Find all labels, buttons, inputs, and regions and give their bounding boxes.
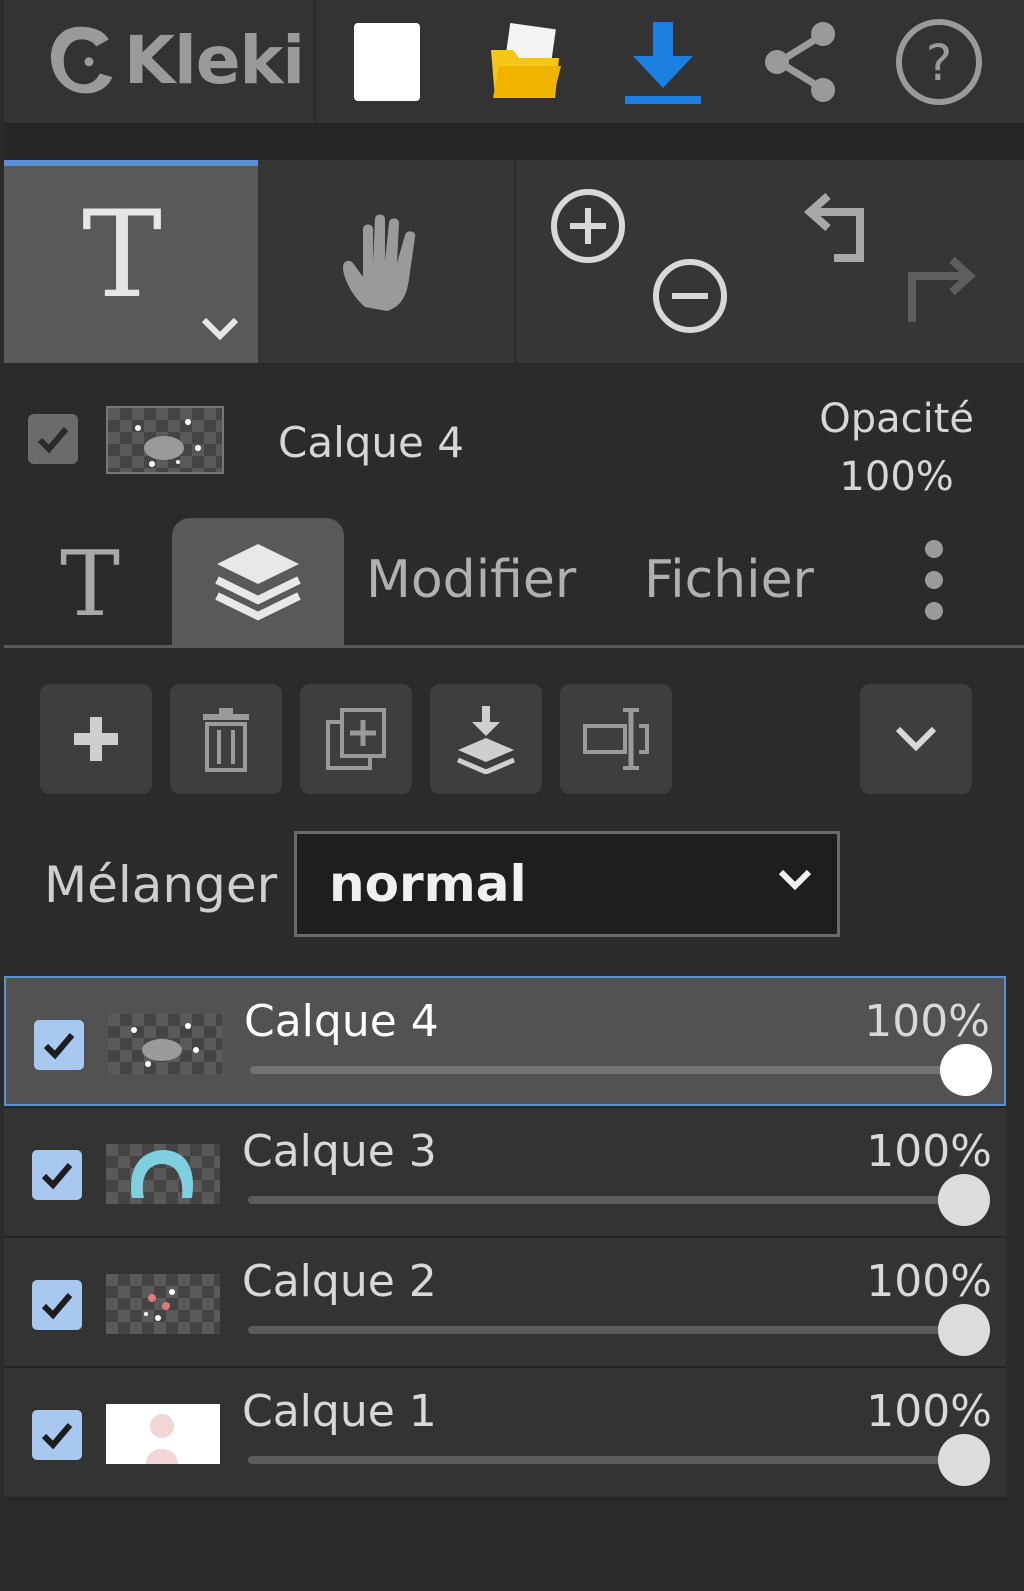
tab-modifier[interactable]: Modifier xyxy=(366,550,576,610)
duplicate-icon xyxy=(326,708,386,770)
merge-down-button[interactable] xyxy=(430,684,542,794)
layer-opacity: 100% xyxy=(866,1126,992,1177)
rename-icon xyxy=(583,708,649,770)
zoom-in-icon xyxy=(551,189,625,263)
svg-text:?: ? xyxy=(926,34,953,92)
trash-icon xyxy=(203,708,249,772)
layer-options-button[interactable] xyxy=(860,684,972,794)
more-dot-icon xyxy=(925,602,943,620)
kleki-logo[interactable]: Kleki xyxy=(44,10,305,110)
layer-visibility-checkbox[interactable] xyxy=(34,1020,84,1070)
layer-row[interactable]: Calque 3 100% xyxy=(4,1106,1006,1236)
layer-list-divider xyxy=(4,1498,1008,1500)
chevron-down-icon xyxy=(201,317,239,340)
layer-visibility-checkbox[interactable] xyxy=(32,1280,82,1330)
current-layer-thumbnail xyxy=(106,406,224,474)
layer-name: Calque 1 xyxy=(242,1386,437,1437)
share-button[interactable] xyxy=(746,10,856,114)
text-tool-glyph: T xyxy=(82,186,163,325)
rename-layer-button[interactable] xyxy=(560,684,672,794)
layer-name: Calque 2 xyxy=(242,1256,437,1307)
tool-divider xyxy=(514,160,516,363)
duplicate-layer-button[interactable] xyxy=(300,684,412,794)
add-layer-button[interactable] xyxy=(40,684,152,794)
share-icon xyxy=(765,22,835,102)
more-dot-icon xyxy=(925,571,943,589)
zoom-out-button[interactable] xyxy=(650,256,730,340)
checkmark-icon xyxy=(41,1163,73,1190)
undo-button[interactable] xyxy=(803,192,876,270)
layer-visibility-checkbox[interactable] xyxy=(32,1410,82,1460)
layer-thumbnail xyxy=(108,1014,222,1074)
top-toolbar: Kleki ? xyxy=(4,0,1024,125)
delete-layer-button[interactable] xyxy=(170,684,282,794)
layer-visibility-checkbox[interactable] xyxy=(32,1150,82,1200)
tab-layers[interactable] xyxy=(172,518,344,645)
redo-icon xyxy=(908,257,977,322)
toolbar-spacer xyxy=(4,125,1024,160)
more-dot-icon xyxy=(925,540,943,558)
app-name: Kleki xyxy=(123,21,305,99)
blend-mode-value: normal xyxy=(329,855,527,913)
toolbar-divider xyxy=(314,0,316,123)
current-layer-name: Calque 4 xyxy=(278,418,464,467)
download-icon xyxy=(625,22,701,104)
checkmark-icon xyxy=(41,1293,73,1320)
layer-row[interactable]: Calque 4 100% xyxy=(4,976,1006,1106)
zoom-in-button[interactable] xyxy=(548,186,628,270)
new-document-button[interactable] xyxy=(332,10,442,114)
layer-row[interactable]: Calque 1 100% xyxy=(4,1366,1006,1496)
layer-opacity-slider[interactable] xyxy=(248,1456,964,1464)
kleki-logo-icon xyxy=(51,26,113,94)
layer-opacity: 100% xyxy=(866,1256,992,1307)
slider-handle[interactable] xyxy=(940,1044,992,1096)
current-layer-opacity: Opacité 100% xyxy=(819,390,974,506)
layer-thumbnail xyxy=(106,1274,220,1334)
undo-icon xyxy=(803,193,864,262)
tab-text-tool[interactable]: T xyxy=(60,540,120,630)
merge-down-icon xyxy=(457,706,515,774)
checkmark-icon xyxy=(43,1033,75,1060)
layer-opacity-slider[interactable] xyxy=(250,1066,966,1074)
current-layer-visibility-checkbox[interactable] xyxy=(28,414,78,464)
open-folder-icon xyxy=(491,23,561,98)
more-menu-button[interactable] xyxy=(909,540,959,620)
opacity-value: 100% xyxy=(839,454,954,500)
layers-icon xyxy=(215,543,301,620)
help-button[interactable]: ? xyxy=(884,10,994,114)
layer-actions: Mélanger normal xyxy=(4,648,1024,978)
layer-thumbnail xyxy=(106,1404,220,1464)
slider-handle[interactable] xyxy=(938,1174,990,1226)
plus-icon xyxy=(74,717,118,761)
layer-name: Calque 4 xyxy=(244,996,439,1047)
layer-opacity-slider[interactable] xyxy=(248,1196,964,1204)
layer-thumbnail xyxy=(106,1144,220,1204)
zoom-out-icon xyxy=(653,259,727,333)
checkmark-icon xyxy=(41,1423,73,1450)
blend-mode-label: Mélanger xyxy=(44,856,278,914)
panel-tabs: T Modifier Fichier xyxy=(4,510,1024,648)
opacity-label: Opacité xyxy=(819,396,974,442)
redo-button[interactable] xyxy=(904,256,977,334)
tool-row: T xyxy=(4,160,1024,365)
slider-handle[interactable] xyxy=(938,1434,990,1486)
chevron-down-icon xyxy=(778,869,812,891)
text-tool-button[interactable]: T xyxy=(4,160,258,363)
layer-name: Calque 3 xyxy=(242,1126,437,1177)
tab-fichier[interactable]: Fichier xyxy=(644,550,814,610)
blend-mode-select[interactable]: normal xyxy=(294,831,840,937)
open-file-button[interactable] xyxy=(470,10,580,114)
help-icon: ? xyxy=(896,19,982,105)
layer-opacity-slider[interactable] xyxy=(248,1326,964,1334)
new-document-icon xyxy=(354,23,420,101)
checkmark-icon xyxy=(37,427,69,454)
hand-tool-button[interactable] xyxy=(258,160,512,363)
hand-icon xyxy=(343,214,416,311)
layer-opacity: 100% xyxy=(864,996,990,1047)
layer-opacity: 100% xyxy=(866,1386,992,1437)
slider-handle[interactable] xyxy=(938,1304,990,1356)
download-button[interactable] xyxy=(608,10,718,114)
layer-row[interactable]: Calque 2 100% xyxy=(4,1236,1006,1366)
chevron-down-icon xyxy=(895,726,937,752)
